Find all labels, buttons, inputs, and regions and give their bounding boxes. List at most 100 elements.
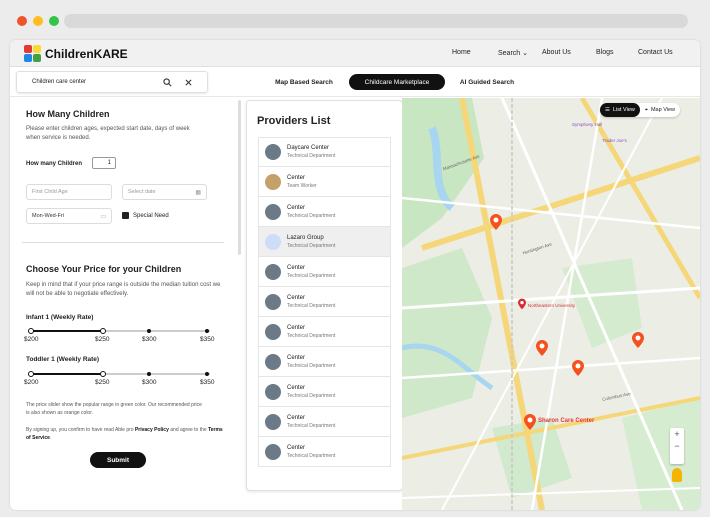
zoom-controls: + − bbox=[670, 428, 684, 464]
submit-button[interactable]: Submit bbox=[90, 452, 146, 468]
search-input[interactable]: Children care center bbox=[32, 79, 86, 85]
nav-contact[interactable]: Contact Us bbox=[638, 49, 673, 56]
days-value: Mon-Wed-Fri bbox=[32, 213, 64, 219]
provider-item[interactable]: Center Technical Department bbox=[258, 317, 391, 347]
map-view-label: Map View bbox=[650, 107, 676, 113]
provider-item[interactable]: Center Team Worker bbox=[258, 167, 391, 197]
brand-name: ChildrenKARE bbox=[45, 46, 128, 61]
providers-panel: Providers List Daycare Center Technical D… bbox=[246, 100, 403, 491]
map-marker-icon[interactable] bbox=[524, 414, 536, 430]
children-count-input[interactable]: 1 bbox=[92, 157, 116, 169]
filter-panel: How Many Children Please enter children … bbox=[10, 98, 246, 510]
provider-name: Center bbox=[287, 264, 306, 271]
map-view-button[interactable]: ⌖ Map View bbox=[640, 103, 680, 117]
provider-name: Center bbox=[287, 444, 306, 451]
search-icon[interactable] bbox=[163, 78, 172, 87]
avatar bbox=[265, 293, 281, 310]
provider-role: Technical Department bbox=[287, 332, 336, 339]
provider-item[interactable]: Center Technical Department bbox=[258, 287, 391, 317]
provider-item[interactable]: Center Technical Department bbox=[258, 377, 391, 407]
list-view-label: List View bbox=[612, 107, 635, 113]
provider-role: Technical Department bbox=[287, 212, 336, 219]
nav-home[interactable]: Home bbox=[452, 49, 471, 56]
map-marker-icon[interactable] bbox=[632, 332, 644, 348]
child-age-field[interactable]: First Child Age bbox=[26, 184, 112, 200]
nav-search[interactable]: Search ⌄ bbox=[498, 49, 528, 57]
map-marker-icon[interactable] bbox=[490, 214, 502, 230]
map-pin-icon: ⌖ bbox=[644, 106, 648, 113]
price-tick-300: $300 bbox=[142, 336, 157, 343]
avatar bbox=[265, 323, 281, 340]
provider-text: Center Technical Department bbox=[287, 205, 335, 219]
view-toggle: ☰ List View ⌖ Map View bbox=[600, 103, 681, 117]
zoom-in-button[interactable]: + bbox=[670, 428, 684, 440]
provider-item[interactable]: Center Technical Department bbox=[258, 437, 391, 467]
divider bbox=[22, 242, 224, 243]
map-view[interactable]: ☰ List View ⌖ Map View Northeastern Univer… bbox=[402, 98, 700, 510]
map-marker-icon[interactable] bbox=[518, 298, 526, 310]
scrollbar[interactable] bbox=[238, 100, 241, 255]
browser-window: ChildrenKARE Home Search ⌄ About Us Blog… bbox=[10, 40, 700, 510]
address-bar[interactable] bbox=[64, 14, 688, 28]
provider-text: Center Technical Department bbox=[287, 265, 335, 279]
provider-item[interactable]: Center Technical Department bbox=[258, 257, 391, 287]
privacy-link[interactable]: Privacy Policy bbox=[135, 427, 169, 433]
avatar bbox=[265, 383, 281, 400]
tab-childcare-marketplace[interactable]: Childcare Marketplace bbox=[349, 74, 445, 90]
providers-title: Providers List bbox=[257, 115, 331, 127]
provider-name: Center bbox=[287, 204, 306, 211]
nav-blogs[interactable]: Blogs bbox=[596, 49, 614, 56]
maximize-dot[interactable] bbox=[49, 16, 59, 26]
top-navigation: ChildrenKARE Home Search ⌄ About Us Blog… bbox=[10, 40, 700, 67]
provider-text: Center Technical Department bbox=[287, 385, 335, 399]
avatar bbox=[265, 173, 281, 190]
logo[interactable]: ChildrenKARE bbox=[24, 45, 128, 62]
search-box[interactable]: Children care center bbox=[16, 71, 208, 93]
provider-item[interactable]: Lazaro Group Technical Department bbox=[258, 227, 391, 257]
how-many-title: How Many Children bbox=[26, 109, 110, 119]
infant-rate-label: Infant 1 (Weekly Rate) bbox=[26, 314, 94, 321]
nav-about[interactable]: About Us bbox=[542, 49, 571, 56]
provider-item[interactable]: Center Technical Department bbox=[258, 407, 391, 437]
window-controls bbox=[17, 16, 59, 26]
map-marker-icon[interactable] bbox=[572, 360, 584, 376]
toddler-min-handle[interactable] bbox=[28, 371, 34, 377]
provider-name: Center bbox=[287, 414, 306, 421]
special-need-label: Special Need bbox=[133, 213, 169, 219]
tab-map-based-search[interactable]: Map Based Search bbox=[262, 74, 346, 90]
zoom-out-button[interactable]: − bbox=[670, 440, 684, 452]
provider-text: Daycare Center Technical Department bbox=[287, 145, 335, 159]
calendar-icon: ▭ bbox=[100, 213, 106, 220]
provider-item[interactable]: Center Technical Department bbox=[258, 347, 391, 377]
slider-tick bbox=[205, 329, 209, 333]
close-dot[interactable] bbox=[17, 16, 27, 26]
how-many-desc: Please enter children ages, expected sta… bbox=[26, 126, 190, 141]
close-icon[interactable] bbox=[185, 79, 192, 86]
minimize-dot[interactable] bbox=[33, 16, 43, 26]
provider-role: Technical Department bbox=[287, 302, 336, 309]
price-tick-300: $300 bbox=[142, 379, 157, 386]
provider-role: Technical Department bbox=[287, 242, 336, 249]
infant-slider-range bbox=[30, 330, 102, 332]
price-note: The price slider show the popular range … bbox=[26, 402, 202, 416]
map-marker-icon[interactable] bbox=[536, 340, 548, 356]
price-tick-200: $200 bbox=[24, 336, 39, 343]
infant-max-handle[interactable] bbox=[100, 328, 106, 334]
street-view-pegman-icon[interactable] bbox=[672, 468, 682, 482]
tab-ai-guided-search[interactable]: AI Guided Search bbox=[452, 74, 522, 90]
terms-text: By signing up, you confirm to have read … bbox=[26, 427, 223, 441]
avatar bbox=[265, 203, 281, 220]
provider-role: Technical Department bbox=[287, 272, 336, 279]
terms-middle: and agree to the bbox=[168, 427, 209, 433]
start-date-field[interactable]: Select date ▦ bbox=[122, 184, 207, 200]
days-field[interactable]: Mon-Wed-Fri ▭ bbox=[26, 208, 112, 224]
nav-search-label: Search bbox=[498, 50, 521, 57]
chevron-down-icon: ⌄ bbox=[522, 50, 529, 57]
infant-min-handle[interactable] bbox=[28, 328, 34, 334]
toddler-max-handle[interactable] bbox=[100, 371, 106, 377]
special-need-checkbox[interactable] bbox=[122, 212, 129, 219]
provider-item[interactable]: Center Technical Department bbox=[258, 197, 391, 227]
provider-item[interactable]: Daycare Center Technical Department bbox=[258, 137, 391, 167]
map-label-northeastern: Northeastern University bbox=[528, 303, 576, 308]
list-view-button[interactable]: ☰ List View bbox=[600, 103, 640, 117]
